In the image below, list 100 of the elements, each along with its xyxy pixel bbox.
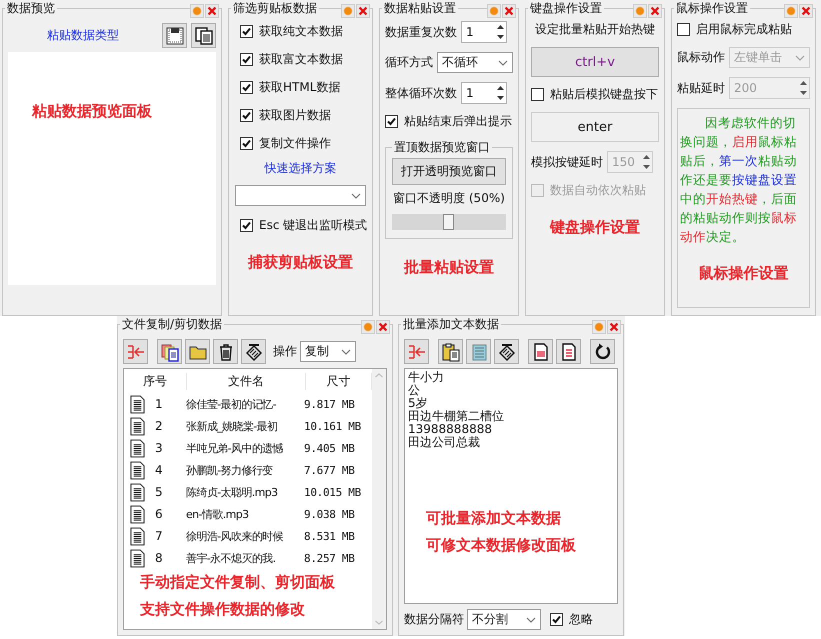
pin-icon[interactable]: [487, 4, 501, 18]
operation-dropdown[interactable]: 复制: [300, 341, 356, 362]
field-label: 循环方式: [385, 54, 433, 71]
table-cell-text: 孙鹏凯-努力修行变: [186, 462, 274, 478]
table-cell: 7: [155, 529, 163, 543]
scheme-dropdown[interactable]: [235, 185, 366, 206]
eraser-button[interactable]: [241, 339, 266, 364]
panel-title: 数据预览: [6, 0, 56, 17]
close-icon[interactable]: [205, 4, 219, 18]
open-preview-button[interactable]: 打开透明预览窗口: [392, 158, 506, 185]
checkbox[interactable]: [240, 219, 253, 232]
clipboard-button[interactable]: [438, 339, 463, 364]
table-cell: 2: [155, 419, 163, 433]
loop-mode-dropdown[interactable]: 不循环: [437, 52, 513, 73]
checkbox[interactable]: [531, 88, 544, 101]
save-button[interactable]: [162, 23, 187, 48]
pin-icon[interactable]: [190, 4, 204, 18]
annotation: 键盘操作设置: [550, 218, 640, 237]
field-label: 模拟按键延时: [531, 154, 603, 170]
copy-button[interactable]: [191, 23, 216, 48]
document-icon: [130, 482, 145, 502]
document-button[interactable]: [556, 339, 581, 364]
checkbox[interactable]: [677, 23, 690, 36]
text-line: 13988888888: [408, 423, 493, 436]
column-header[interactable]: 序号: [124, 372, 187, 390]
caret-icon: [498, 60, 508, 66]
close-icon[interactable]: [502, 4, 516, 18]
pin-icon[interactable]: [784, 4, 798, 18]
note-text: 因考虑软件的切换问题，启用鼠标粘贴后，第一次粘贴动作还是要按键盘设置 中的开始热键，后面的粘贴动作则按鼠标动作决定。: [680, 114, 798, 246]
checkbox[interactable]: [385, 115, 398, 128]
checkbox-label: 复制文件操作: [259, 135, 331, 152]
panel-title: 键盘操作设置: [529, 0, 603, 17]
pin-icon[interactable]: [341, 4, 355, 18]
group-title: 置顶数据预览窗口: [393, 139, 491, 156]
pin-icon[interactable]: [592, 320, 606, 334]
notepad-button[interactable]: [466, 339, 491, 364]
checkbox[interactable]: [240, 137, 253, 150]
checkbox-label: 获取纯文本数据: [259, 23, 343, 40]
number-spinner[interactable]: 1: [461, 82, 507, 104]
eraser-button[interactable]: [494, 339, 519, 364]
table-cell-text: 10.015 MB: [304, 486, 362, 498]
opacity-label: 窗口不透明度 (50%): [393, 190, 505, 207]
annotation: 可修文本数据修改面板: [426, 536, 577, 555]
opacity-slider[interactable]: [392, 214, 506, 230]
checkbox[interactable]: [550, 613, 563, 626]
text-line: 牛小力: [408, 371, 445, 384]
slider-thumb[interactable]: [443, 214, 454, 230]
annotation: 粘贴数据预览面板: [32, 102, 152, 120]
field-label: 粘贴延时: [677, 80, 725, 96]
document-button[interactable]: [528, 339, 553, 364]
checkbox[interactable]: [240, 53, 253, 66]
delete-button[interactable]: [213, 339, 238, 364]
pin-icon[interactable]: [361, 320, 375, 334]
paste-files-button[interactable]: [157, 339, 182, 364]
column-header[interactable]: 文件名: [187, 372, 306, 390]
scrollbar[interactable]: [372, 369, 386, 629]
checkbox[interactable]: [240, 81, 253, 94]
copy-icon: [194, 26, 214, 46]
quick-scheme-link[interactable]: 快速选择方案: [264, 160, 336, 177]
caret-icon: [795, 54, 805, 60]
table-cell-text: 半吨兄弟-风中的遗憾: [186, 440, 284, 456]
document-icon: [130, 394, 145, 414]
checkbox[interactable]: [240, 109, 253, 122]
data-type-label: 粘贴数据类型: [46, 27, 120, 44]
close-icon[interactable]: [607, 320, 621, 334]
annotation: 批量粘贴设置: [404, 258, 494, 277]
import-button[interactable]: [404, 339, 429, 364]
hotkey-button[interactable]: ctrl+v: [531, 47, 659, 77]
table-cell-text: 9.038 MB: [304, 508, 356, 520]
documents-icon: [160, 342, 180, 362]
refresh-button[interactable]: [590, 339, 615, 364]
folder-button[interactable]: [185, 339, 210, 364]
checkbox-label: 粘贴后模拟键盘按下: [550, 86, 658, 103]
separator-dropdown[interactable]: 不分割: [467, 609, 541, 630]
document-icon: [130, 548, 145, 568]
table-cell-text: en-情歌.mp3: [186, 506, 250, 522]
table-cell: 1: [155, 397, 163, 411]
checkbox-label: 启用鼠标完成粘贴: [696, 21, 792, 38]
panel-title: 筛选剪贴板数据: [232, 0, 318, 17]
table-cell-text: 7.677 MB: [304, 464, 356, 476]
close-icon[interactable]: [376, 320, 390, 334]
eraser-icon: [496, 342, 516, 362]
text-input-area[interactable]: 牛小力 公 5岁 田边牛棚第二槽位 13988888888 田边公司总裁 可批量添加文本数据 可修文本数据修改面板: [404, 368, 618, 604]
panel-title: 批量添加文本数据: [402, 316, 500, 333]
import-button[interactable]: [123, 339, 148, 364]
table-cell-text: 陈绮贞-太聪明.mp3: [186, 484, 279, 500]
number-spinner[interactable]: 1: [461, 21, 507, 43]
table-cell-text: 9.817 MB: [304, 398, 356, 410]
close-icon[interactable]: [356, 4, 370, 18]
annotation: 可批量添加文本数据: [426, 509, 562, 528]
document-icon: [130, 504, 145, 524]
annotation: 支持文件操作数据的修改: [140, 600, 306, 619]
panel-title: 文件复制/剪切数据: [121, 316, 224, 333]
close-icon[interactable]: [799, 4, 813, 18]
document-icon: [130, 438, 145, 458]
close-icon[interactable]: [648, 4, 662, 18]
table-cell-text: 9.405 MB: [304, 442, 356, 454]
checkbox[interactable]: [240, 25, 253, 38]
table-cell-text: 8.257 MB: [304, 552, 356, 564]
pin-icon[interactable]: [633, 4, 647, 18]
